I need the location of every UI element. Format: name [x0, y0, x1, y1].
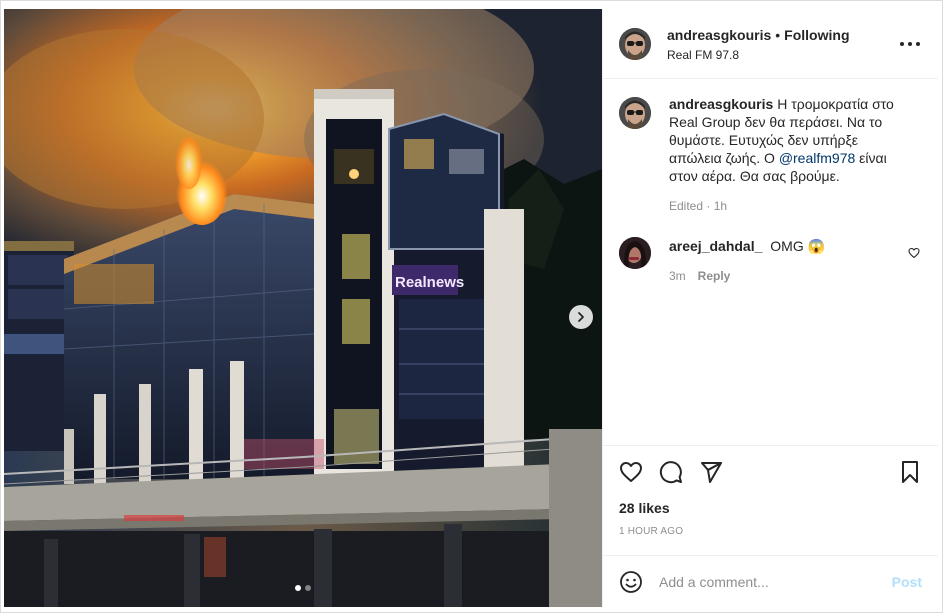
comment-meta: 3m Reply	[669, 269, 889, 283]
comment-like-heart-icon[interactable]	[908, 247, 920, 259]
author-avatar[interactable]	[619, 27, 651, 60]
likes-count[interactable]: 28 likes	[619, 500, 922, 516]
more-options-icon[interactable]	[900, 35, 920, 53]
bookmark-icon[interactable]	[898, 460, 922, 484]
comment-body: OMG 😱	[770, 238, 826, 254]
commenter-avatar-image	[619, 237, 651, 269]
more-dot	[900, 42, 904, 46]
post-actions: 28 likes 1 HOUR AGO	[603, 445, 938, 537]
caption-text: andreasgkouris Η τρομοκρατία στο Real Gro…	[669, 95, 909, 185]
post-caption: andreasgkouris Η τρομοκρατία στο Real Gro…	[619, 95, 922, 213]
carousel-dot-active	[295, 585, 301, 591]
header-separator: •	[775, 26, 781, 43]
caption-username[interactable]: andreasgkouris	[669, 96, 773, 112]
comment-icon[interactable]	[659, 460, 683, 484]
following-button[interactable]: Following	[784, 27, 849, 43]
carousel-next-button[interactable]	[569, 305, 593, 329]
carousel-indicator	[4, 585, 602, 591]
instagram-post-window: Realnews andreasgkouris • Following Real…	[0, 0, 943, 613]
caption-avatar[interactable]	[619, 97, 651, 129]
burning-building-image: Realnews	[4, 9, 602, 607]
more-dot	[908, 42, 912, 46]
comments-section[interactable]: andreasgkouris Η τρομοκρατία στο Real Gro…	[603, 79, 938, 445]
post-header: andreasgkouris • Following Real FM 97.8	[603, 9, 938, 79]
post-photo[interactable]: Realnews	[4, 9, 602, 607]
commenter-avatar[interactable]	[619, 237, 651, 269]
post-time-ago: 1 HOUR AGO	[619, 526, 684, 537]
comment-item: areej_dahdal_ OMG 😱 3m Reply	[619, 237, 922, 283]
author-avatar-image	[619, 27, 651, 60]
share-icon[interactable]	[699, 460, 723, 484]
post-comment-button[interactable]: Post	[892, 574, 922, 590]
chevron-right-icon	[578, 312, 584, 322]
more-dot	[916, 42, 920, 46]
add-comment-bar: Post	[603, 555, 938, 607]
emoji-icon[interactable]	[619, 570, 643, 594]
post-side-panel: andreasgkouris•Following Real FM 97.8	[602, 9, 938, 607]
caption-edited-time: Edited · 1h	[669, 199, 728, 213]
caption-mention-link[interactable]: @realfm978	[779, 150, 855, 166]
carousel-dot	[305, 585, 311, 591]
caption-avatar-image	[619, 97, 651, 129]
realnews-sign: Realnews	[395, 274, 464, 291]
post-location[interactable]: Real FM 97.8	[667, 48, 850, 62]
comment-text: areej_dahdal_ OMG 😱	[669, 237, 889, 255]
heart-icon[interactable]	[619, 460, 643, 484]
commenter-username[interactable]: areej_dahdal_	[669, 238, 762, 254]
comment-time: 3m	[669, 269, 686, 283]
reply-button[interactable]: Reply	[698, 269, 731, 283]
comment-input[interactable]	[659, 573, 892, 590]
author-username[interactable]: andreasgkouris	[667, 27, 771, 43]
